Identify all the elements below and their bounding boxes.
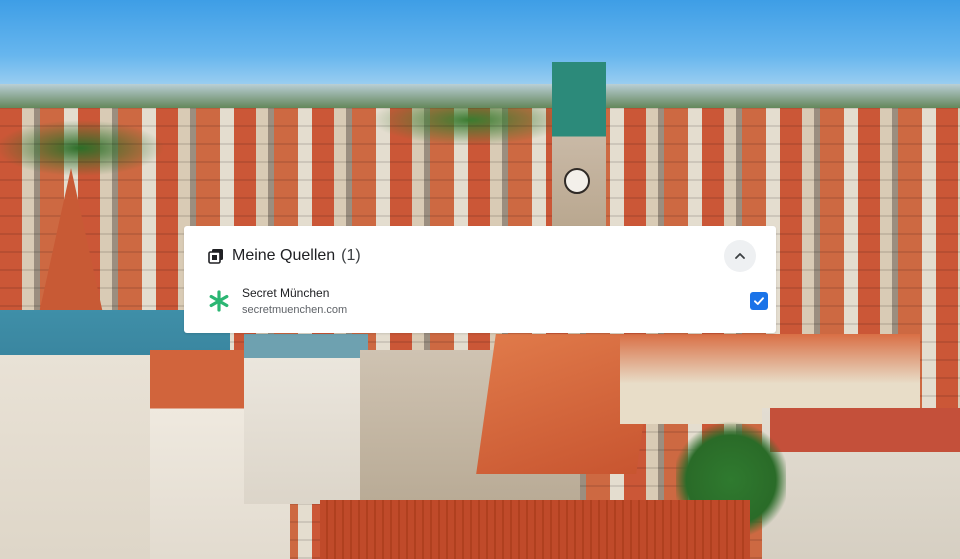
source-name: Secret München xyxy=(242,286,330,300)
sources-count: (1) xyxy=(341,247,361,264)
roof-bottom xyxy=(320,500,750,559)
roof-right xyxy=(770,408,960,452)
sources-title-text: Meine Quellen xyxy=(232,247,336,264)
stacked-sources-icon xyxy=(208,248,224,264)
building-center-left xyxy=(244,334,368,504)
source-checkbox[interactable] xyxy=(750,292,768,310)
collapse-button[interactable] xyxy=(724,240,756,272)
sources-header: Meine Quellen (1) xyxy=(208,246,361,266)
chevron-up-icon xyxy=(735,253,745,259)
check-icon xyxy=(754,297,764,305)
clock-tower xyxy=(552,62,606,228)
sources-card: Meine Quellen (1) Secret München secretmu… xyxy=(184,226,776,333)
asterisk-green-icon xyxy=(208,290,230,312)
sources-title: Meine Quellen (1) xyxy=(232,246,361,266)
sky xyxy=(0,0,960,92)
source-url: secretmuenchen.com xyxy=(242,304,348,316)
source-item[interactable]: Secret München secretmuenchen.com xyxy=(208,286,768,320)
